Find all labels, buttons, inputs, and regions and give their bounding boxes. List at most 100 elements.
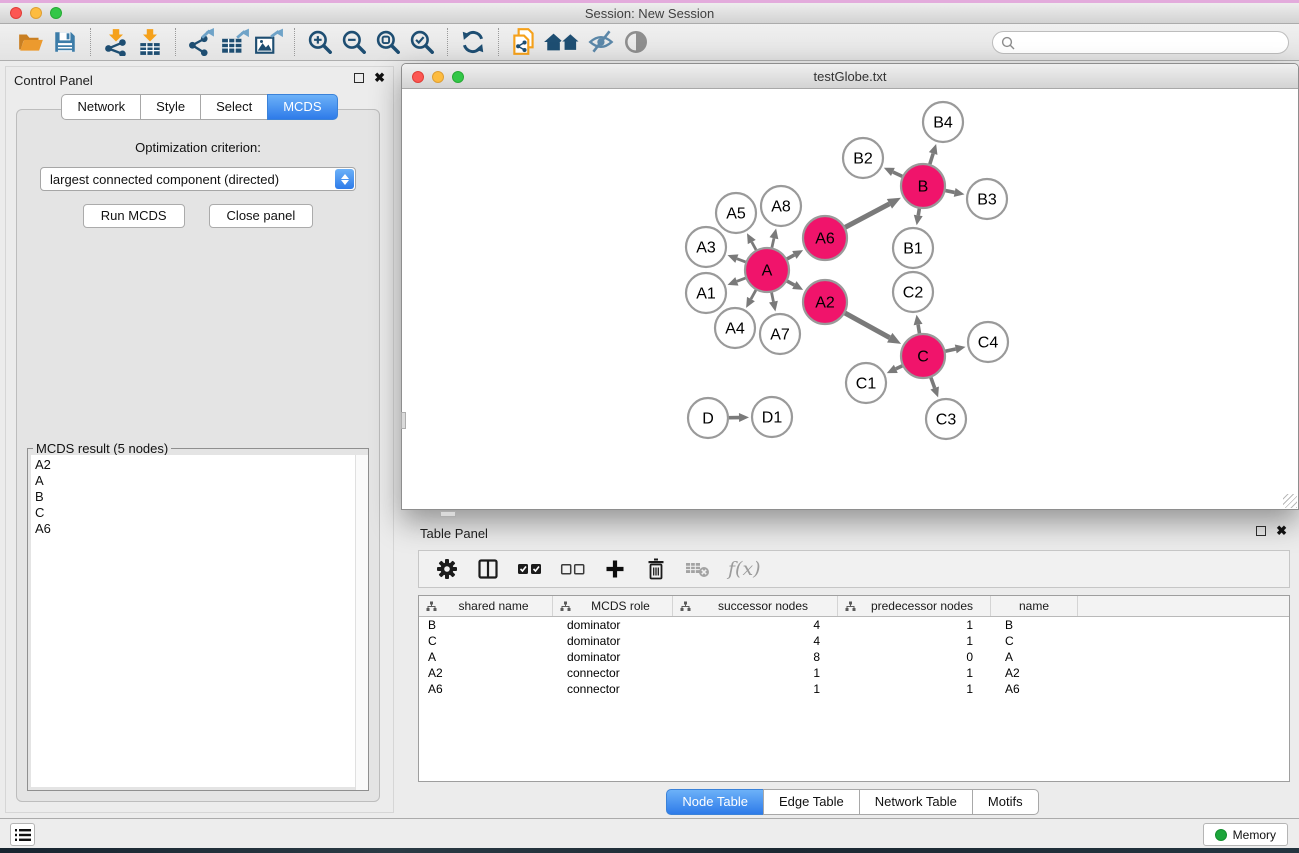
node-label: C2: [903, 285, 924, 302]
table-cell[interactable]: 1: [673, 681, 838, 697]
column-header-predecessor-nodes[interactable]: predecessor nodes: [838, 596, 991, 616]
save-session-button[interactable]: [48, 27, 82, 57]
result-list-item[interactable]: B: [35, 489, 361, 505]
criterion-dropdown[interactable]: largest connected component (directed): [40, 167, 356, 191]
table-row[interactable]: A6connector11A6: [419, 681, 1289, 697]
table-cell[interactable]: 4: [673, 617, 838, 633]
table-cell[interactable]: 0: [838, 649, 991, 665]
network-window-titlebar[interactable]: testGlobe.txt: [402, 64, 1298, 89]
resize-grip[interactable]: [1283, 494, 1297, 508]
column-header-successor-nodes[interactable]: successor nodes: [673, 596, 838, 616]
network-graph[interactable]: B4B2BB3A5A8A6B1A3AC2A1A2A4A7CC4C1C3DD1: [402, 89, 1298, 509]
column-header-shared-name[interactable]: shared name: [419, 596, 553, 616]
zoom-fit-button[interactable]: [371, 27, 405, 57]
table-cell[interactable]: A: [991, 649, 1078, 665]
export-image-button[interactable]: [252, 27, 286, 57]
table-cell[interactable]: dominator: [553, 649, 673, 665]
table-cell[interactable]: dominator: [553, 617, 673, 633]
show-panels-button[interactable]: [10, 823, 35, 846]
table-cell[interactable]: A6: [991, 681, 1078, 697]
main-toolbar: [0, 24, 1299, 61]
function-builder-button[interactable]: f(x): [728, 555, 761, 583]
zoom-in-button[interactable]: [303, 27, 337, 57]
close-panel-button[interactable]: Close panel: [209, 204, 314, 228]
tab-style[interactable]: Style: [140, 94, 200, 120]
result-list-item[interactable]: A2: [35, 457, 361, 473]
table-cell[interactable]: 1: [838, 633, 991, 649]
tab-network-table[interactable]: Network Table: [859, 789, 972, 815]
hide-selected-button[interactable]: [585, 27, 619, 57]
table-cell[interactable]: C: [991, 633, 1078, 649]
result-list-item[interactable]: A6: [35, 521, 361, 537]
deselect-all-icon: [560, 560, 586, 578]
table-cell[interactable]: A2: [991, 665, 1078, 681]
table-cell[interactable]: A2: [419, 665, 553, 681]
zoom-selected-button[interactable]: [405, 27, 439, 57]
import-table-icon: [136, 28, 164, 56]
refresh-button[interactable]: [456, 27, 490, 57]
edge-arrowhead: [769, 301, 778, 312]
table-cell[interactable]: A: [419, 649, 553, 665]
table-cell[interactable]: 8: [673, 649, 838, 665]
splitter-handle[interactable]: [440, 511, 456, 517]
table-row[interactable]: A2connector11A2: [419, 665, 1289, 681]
table-cell[interactable]: B: [991, 617, 1078, 633]
tab-motifs[interactable]: Motifs: [972, 789, 1039, 815]
column-header-MCDS-role[interactable]: MCDS role: [553, 596, 673, 616]
table-cell[interactable]: dominator: [553, 633, 673, 649]
table-row[interactable]: Adominator80A: [419, 649, 1289, 665]
export-network-button[interactable]: [184, 27, 218, 57]
table-cell[interactable]: connector: [553, 681, 673, 697]
result-scrollbar[interactable]: [355, 455, 368, 790]
tab-network[interactable]: Network: [61, 94, 140, 120]
table-cell[interactable]: A6: [419, 681, 553, 697]
first-neighbors-icon: [542, 29, 584, 55]
gear-button[interactable]: [435, 555, 459, 583]
table-cell[interactable]: 4: [673, 633, 838, 649]
search-field[interactable]: [992, 31, 1289, 54]
column-header-name[interactable]: name: [991, 596, 1078, 616]
delete-column-button[interactable]: [644, 555, 668, 583]
close-panel-icon[interactable]: ✖: [1276, 525, 1287, 536]
tab-node-table[interactable]: Node Table: [666, 789, 763, 815]
table-cell[interactable]: connector: [553, 665, 673, 681]
open-session-button[interactable]: [14, 27, 48, 57]
table-cell[interactable]: 1: [838, 665, 991, 681]
columns-button[interactable]: [476, 555, 500, 583]
table-row[interactable]: Cdominator41C: [419, 633, 1289, 649]
search-input[interactable]: [1020, 36, 1288, 50]
close-panel-icon[interactable]: ✖: [374, 72, 385, 83]
deselect-all-button[interactable]: [560, 555, 586, 583]
memory-button[interactable]: Memory: [1203, 823, 1288, 846]
table-cell[interactable]: 1: [838, 617, 991, 633]
mcds-result-legend: MCDS result (5 nodes): [33, 441, 171, 456]
result-list-item[interactable]: A: [35, 473, 361, 489]
tab-select[interactable]: Select: [200, 94, 267, 120]
export-table-button[interactable]: [218, 27, 252, 57]
zoom-out-button[interactable]: [337, 27, 371, 57]
splitter-handle[interactable]: [401, 412, 406, 429]
mcds-result-list[interactable]: A2ABCA6: [31, 455, 365, 787]
table-cell[interactable]: 1: [673, 665, 838, 681]
delete-table-button[interactable]: [685, 555, 711, 583]
node-table[interactable]: shared nameMCDS rolesuccessor nodesprede…: [418, 595, 1290, 782]
tab-mcds[interactable]: MCDS: [267, 94, 337, 120]
select-all-button[interactable]: [517, 555, 543, 583]
import-network-button[interactable]: [99, 27, 133, 57]
first-neighbors-button[interactable]: [541, 27, 585, 57]
run-mcds-button[interactable]: Run MCDS: [83, 204, 185, 228]
duplicate-network-button[interactable]: [507, 27, 541, 57]
float-panel-icon[interactable]: [1256, 526, 1266, 536]
float-panel-icon[interactable]: [354, 73, 364, 83]
tab-edge-table[interactable]: Edge Table: [763, 789, 859, 815]
import-table-button[interactable]: [133, 27, 167, 57]
result-list-item[interactable]: C: [35, 505, 361, 521]
table-cell[interactable]: 1: [838, 681, 991, 697]
network-canvas[interactable]: B4B2BB3A5A8A6B1A3AC2A1A2A4A7CC4C1C3DD1: [402, 89, 1298, 509]
table-row[interactable]: Bdominator41B: [419, 617, 1289, 633]
table-cell[interactable]: C: [419, 633, 553, 649]
show-all-button[interactable]: [619, 27, 653, 57]
workspace: Control Panel ✖ NetworkStyleSelectMCDS O…: [0, 62, 1299, 818]
add-column-button[interactable]: [603, 555, 627, 583]
table-cell[interactable]: B: [419, 617, 553, 633]
